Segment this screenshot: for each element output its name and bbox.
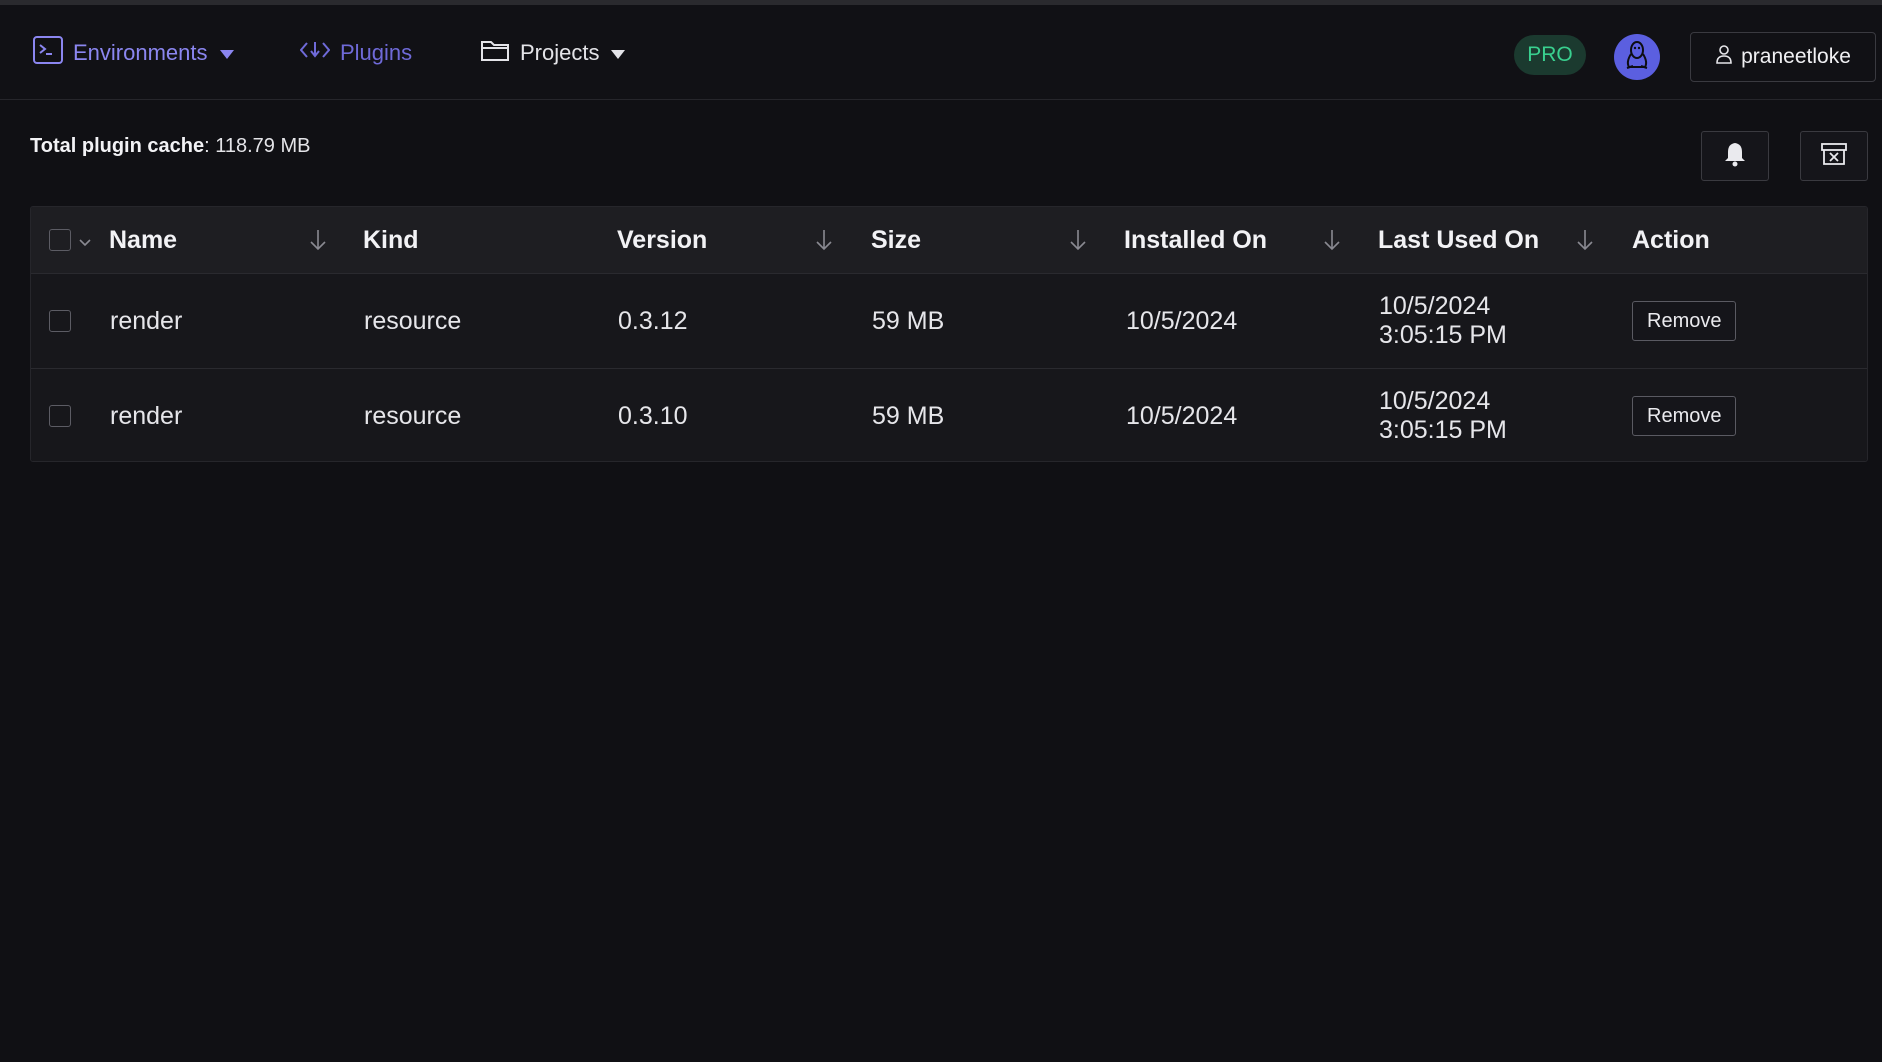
column-header-version[interactable]: Version	[617, 207, 707, 273]
nav-environments-label: Environments	[73, 40, 208, 65]
chevron-down-icon[interactable]	[78, 226, 92, 255]
code-plugin-icon	[299, 39, 331, 67]
cell-size: 59 MB	[872, 401, 945, 430]
cache-separator: :	[204, 135, 210, 157]
sort-arrow-down-icon[interactable]	[308, 227, 328, 258]
cell-last-used-on: 10/5/2024 3:05:15 PM	[1379, 274, 1507, 368]
cell-action: Remove	[1632, 369, 1737, 461]
cell-last-used-on: 10/5/2024 3:05:15 PM	[1379, 369, 1507, 461]
chevron-down-icon	[611, 49, 626, 59]
nav-projects[interactable]: Projects	[480, 33, 626, 73]
plugins-table: Name Kind Version Size Installed On Last…	[30, 206, 1868, 462]
select-all-control[interactable]	[49, 207, 92, 273]
user-account-button[interactable]: praneetloke	[1690, 32, 1876, 82]
nav-projects-label: Projects	[520, 40, 600, 65]
row-select[interactable]	[49, 274, 71, 368]
pro-badge: PRO	[1514, 35, 1586, 75]
terminal-icon	[33, 36, 63, 70]
nav-plugins[interactable]: Plugins	[299, 33, 413, 73]
sort-arrow-down-icon[interactable]	[1322, 227, 1342, 258]
sort-arrow-down-icon[interactable]	[1068, 227, 1088, 258]
table-row: render resource 0.3.12 59 MB 10/5/2024 1…	[31, 274, 1867, 369]
last-used-date: 10/5/2024	[1379, 292, 1491, 320]
cell-kind: resource	[364, 306, 462, 335]
cache-label: Total plugin cache	[30, 135, 205, 157]
plugin-cache-summary: Total plugin cache: 118.79 MB	[30, 135, 310, 158]
bell-icon	[1723, 141, 1747, 172]
cell-kind: resource	[364, 401, 462, 430]
remove-button[interactable]: Remove	[1632, 396, 1737, 436]
column-header-action: Action	[1632, 225, 1710, 254]
column-header-last-used-on[interactable]: Last Used On	[1378, 207, 1539, 273]
cell-action: Remove	[1632, 274, 1737, 368]
cell-installed-on: 10/5/2024	[1126, 401, 1238, 430]
archive-remove-icon	[1821, 142, 1847, 171]
user-icon	[1715, 44, 1733, 70]
cell-size: 59 MB	[872, 306, 945, 335]
username-label: praneetloke	[1741, 45, 1851, 68]
column-header-kind[interactable]: Kind	[363, 207, 419, 273]
nav-environments[interactable]: Environments	[33, 33, 234, 73]
cell-version: 0.3.12	[618, 306, 688, 335]
cache-value: 118.79 MB	[215, 135, 311, 157]
last-used-time: 3:05:15 PM	[1379, 321, 1507, 349]
table-row: render resource 0.3.10 59 MB 10/5/2024 1…	[31, 369, 1867, 461]
linux-penguin-icon	[1624, 40, 1650, 75]
cell-name: render	[110, 401, 183, 430]
folder-icon	[480, 38, 510, 68]
last-used-time: 3:05:15 PM	[1379, 416, 1507, 444]
nav-plugins-label: Plugins	[340, 40, 413, 65]
row-checkbox[interactable]	[49, 310, 71, 332]
cell-version: 0.3.10	[618, 401, 688, 430]
top-navigation: Environments Plugins Projects PRO pranee…	[0, 5, 1882, 100]
column-header-size[interactable]: Size	[871, 207, 921, 273]
column-header-installed-on[interactable]: Installed On	[1124, 207, 1267, 273]
table-header: Name Kind Version Size Installed On Last…	[31, 207, 1867, 274]
clear-cache-button[interactable]	[1800, 131, 1868, 181]
row-checkbox[interactable]	[49, 405, 71, 427]
cell-name: render	[110, 306, 183, 335]
notifications-button[interactable]	[1701, 131, 1769, 181]
row-select[interactable]	[49, 369, 71, 461]
remove-button[interactable]: Remove	[1632, 301, 1737, 341]
sort-arrow-down-icon[interactable]	[1575, 227, 1595, 258]
last-used-date: 10/5/2024	[1379, 387, 1491, 415]
cell-installed-on: 10/5/2024	[1126, 306, 1238, 335]
linux-avatar[interactable]	[1614, 34, 1660, 80]
column-header-name[interactable]: Name	[109, 207, 177, 273]
chevron-down-icon	[219, 49, 234, 59]
sort-arrow-down-icon[interactable]	[814, 227, 834, 258]
select-all-checkbox[interactable]	[49, 229, 71, 251]
